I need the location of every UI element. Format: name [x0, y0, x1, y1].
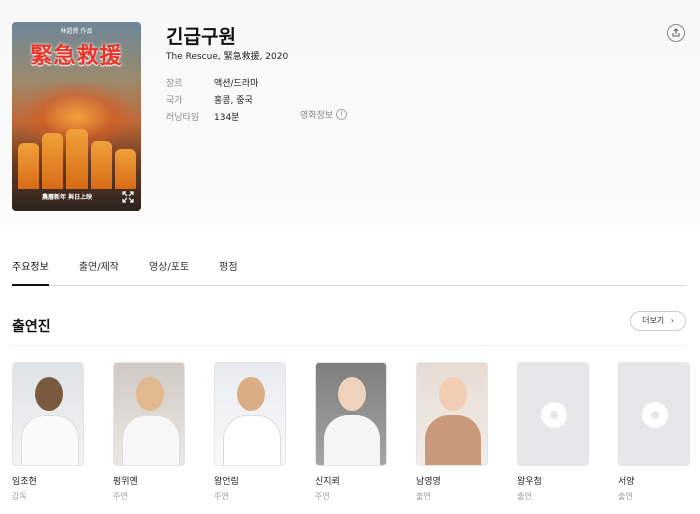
meta-row-country: 국가 홍콩, 중국	[166, 91, 258, 108]
cast-list: 임조현 감독 펑위옌 주연 왕언림 주연 신지뢰 주연 남영영 출연 왕우첨 출…	[12, 362, 690, 502]
section-divider	[12, 345, 686, 346]
content-tabs: 주요정보 출연/제작 영상/포토 평점	[12, 258, 686, 286]
person-photo	[416, 362, 488, 466]
tab-main-info[interactable]: 주요정보	[12, 258, 49, 286]
person-name: 임조현	[12, 477, 37, 487]
meta-row-runtime: 러닝타임 134분	[166, 108, 258, 125]
tab-cast-crew[interactable]: 출연/제작	[79, 258, 119, 285]
cast-member[interactable]: 펑위옌 주연	[113, 362, 185, 502]
person-role: 출연	[517, 492, 532, 501]
person-role: 출연	[618, 492, 633, 501]
meta-row-genre: 장르 액션/드라마	[166, 74, 258, 91]
person-role: 출연	[416, 492, 431, 501]
person-head	[237, 377, 265, 411]
person-role: 주연	[315, 492, 330, 501]
movie-title: 긴급구원	[166, 26, 236, 48]
cast-section-title: 출연진	[12, 319, 51, 335]
person-head	[136, 377, 164, 411]
person-body	[122, 415, 180, 465]
cast-member[interactable]: 임조현 감독	[12, 362, 84, 502]
cast-member[interactable]: 남영영 출연	[416, 362, 488, 502]
expand-icon[interactable]	[121, 191, 135, 205]
person-body	[223, 415, 281, 465]
cast-member[interactable]: 서양 출연	[618, 362, 690, 502]
person-name: 왕우첨	[517, 477, 542, 487]
person-head	[439, 377, 467, 411]
tab-ratings[interactable]: 평점	[219, 258, 237, 285]
meta-label: 국가	[166, 96, 183, 106]
person-body	[425, 415, 481, 465]
person-photo	[315, 362, 387, 466]
cast-member[interactable]: 왕우첨 출연	[517, 362, 589, 502]
person-name: 서양	[618, 477, 635, 487]
person-body	[21, 415, 79, 465]
person-head	[338, 377, 366, 411]
film-reel-icon	[642, 402, 668, 428]
poster-tagline: 林超賢 作品	[60, 28, 93, 35]
chevron-right-icon: ›	[670, 316, 674, 325]
person-photo	[12, 362, 84, 466]
person-name: 왕언림	[214, 477, 239, 487]
movie-meta: 장르 액션/드라마 국가 홍콩, 중국 러닝타임 134분	[166, 74, 258, 125]
film-reel-icon	[541, 402, 567, 428]
movie-info-link[interactable]: 영화정보 !	[300, 108, 348, 121]
person-photo	[113, 362, 185, 466]
poster-release: 農曆新年 與日上映	[42, 194, 93, 201]
person-name: 신지뢰	[315, 477, 340, 487]
meta-label: 장르	[166, 79, 183, 89]
person-photo-placeholder	[517, 362, 589, 466]
person-photo-placeholder	[618, 362, 690, 466]
poster-figures	[18, 129, 137, 189]
movie-info-label: 영화정보	[300, 111, 334, 121]
info-icon: !	[336, 109, 348, 120]
meta-value: 134분	[214, 113, 240, 123]
poster-title: 緊急救援	[30, 43, 123, 69]
person-name: 펑위옌	[113, 477, 138, 487]
share-icon[interactable]	[667, 24, 685, 42]
meta-value: 액션/드라마	[214, 79, 259, 89]
tab-video-photo[interactable]: 영상/포토	[149, 258, 189, 285]
person-name: 남영영	[416, 477, 441, 487]
person-photo	[214, 362, 286, 466]
person-role: 감독	[12, 492, 27, 501]
meta-value: 홍콩, 중국	[214, 96, 253, 106]
movie-subtitle: The Rescue, 緊急救援, 2020	[166, 52, 289, 62]
person-body	[324, 415, 380, 465]
person-role: 주연	[113, 492, 128, 501]
person-role: 주연	[214, 492, 229, 501]
cast-member[interactable]: 신지뢰 주연	[315, 362, 387, 502]
more-label: 더보기	[642, 316, 665, 325]
person-head	[35, 377, 63, 411]
cast-member[interactable]: 왕언림 주연	[214, 362, 286, 502]
meta-label: 러닝타임	[166, 113, 200, 123]
more-button[interactable]: 더보기 ›	[630, 311, 686, 331]
movie-poster[interactable]: 林超賢 作品 緊急救援 農曆新年 與日上映	[12, 22, 141, 211]
